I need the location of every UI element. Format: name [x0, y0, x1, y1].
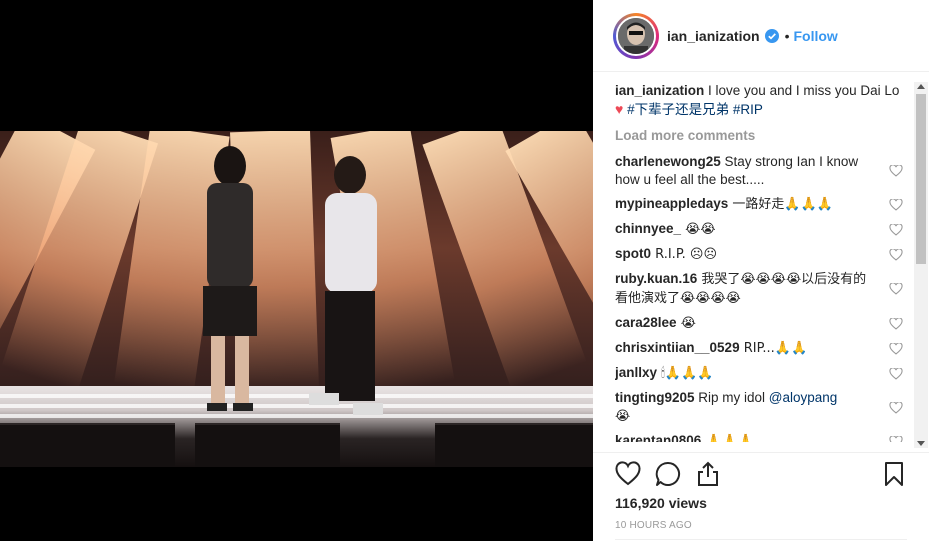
mention-link[interactable]: @aloypang [769, 390, 838, 405]
comment-row: cara28lee 😭 [615, 314, 903, 333]
comment-text: 一路好走🙏🙏🙏 [728, 197, 833, 212]
hashtag-link[interactable]: #下辈子还是兄弟 [627, 102, 729, 117]
bookmark-icon[interactable] [881, 461, 907, 487]
follow-button[interactable]: Follow [793, 28, 837, 44]
comment-text: RIP...🙏🙏 [739, 341, 808, 356]
caption-username[interactable]: ian_ianization [615, 83, 704, 98]
comment-text: Rip my idol [694, 390, 769, 405]
comment-username[interactable]: karentan0806 [615, 433, 701, 442]
heart-outline-icon[interactable] [889, 248, 903, 261]
heart-outline-icon[interactable] [889, 198, 903, 211]
comments-list[interactable]: ian_ianization I love you and I miss you… [615, 82, 903, 442]
heart-outline-icon[interactable] [889, 283, 903, 295]
comment-text: 😭😭 [681, 222, 716, 237]
header-username[interactable]: ian_ianization [667, 28, 760, 44]
comment-username[interactable]: cara28lee [615, 315, 677, 330]
comment-row: spot0 R.I.P. ☹☹ [615, 245, 903, 264]
post-timestamp[interactable]: 10 HOURS AGO [615, 520, 692, 531]
comment-username[interactable]: mypineappledays [615, 196, 728, 211]
post-caption: ian_ianization I love you and I miss you… [615, 82, 903, 119]
view-count[interactable]: 116,920 views [615, 495, 707, 511]
comment-text: 🕯🙏🙏🙏 [657, 366, 714, 381]
comment-row: janllxy 🕯🙏🙏🙏 [615, 364, 903, 383]
scrollbar-thumb[interactable] [916, 94, 926, 264]
post-sidebar: ian_ianization • Follow ian_ianization I… [593, 0, 929, 541]
performer-right [309, 156, 383, 415]
share-icon[interactable] [695, 461, 721, 487]
comment-username[interactable]: charlenewong25 [615, 154, 721, 169]
comment-row: tingting9205 Rip my idol @aloypang 😭 [615, 389, 903, 426]
heart-outline-icon[interactable] [889, 223, 903, 236]
scroll-down-arrow-icon[interactable] [917, 441, 925, 446]
heart-outline-icon[interactable] [889, 367, 903, 380]
performer-left [203, 146, 257, 411]
comment-username[interactable]: ruby.kuan.16 [615, 271, 697, 286]
comment-text: 🙏🙏🙏 [701, 434, 755, 442]
comment-row: karentan0806 🙏🙏🙏 [615, 432, 903, 442]
heart-outline-icon[interactable] [889, 165, 903, 177]
red-heart-emoji: ♥ [615, 101, 624, 117]
post-header: ian_ianization • Follow [593, 0, 929, 72]
post-actions-bar: 116,920 views 10 HOURS AGO [593, 452, 929, 541]
comment-row: chrisxintiian__0529 RIP...🙏🙏 [615, 339, 903, 358]
comment-username[interactable]: chinnyee_ [615, 221, 681, 236]
divider [615, 539, 907, 540]
comment-text: R.I.P. ☹☹ [651, 247, 717, 262]
comment-username[interactable]: spot0 [615, 246, 651, 261]
caption-text: I love you and I miss you Dai Lo [704, 83, 900, 98]
video-player[interactable] [0, 0, 593, 541]
concert-video-frame [0, 131, 593, 467]
comment-username[interactable]: janllxy [615, 365, 657, 380]
load-more-comments-button[interactable]: Load more comments [615, 127, 903, 145]
comment-icon[interactable] [655, 461, 681, 487]
comment-emoji: 😭 [615, 409, 631, 424]
comment-text: 😭 [676, 316, 696, 331]
avatar[interactable] [616, 15, 656, 56]
header-separator: • [784, 27, 790, 44]
heart-outline-icon[interactable] [889, 342, 903, 355]
comment-username[interactable]: chrisxintiian__0529 [615, 340, 740, 355]
like-heart-icon[interactable] [615, 461, 641, 487]
heart-outline-icon[interactable] [889, 435, 903, 443]
verified-badge-icon [764, 28, 779, 43]
comment-row: chinnyee_ 😭😭 [615, 220, 903, 239]
comments-scrollbar[interactable] [914, 82, 928, 448]
avatar-story-ring[interactable] [613, 12, 659, 59]
comment-row: mypineappledays 一路好走🙏🙏🙏 [615, 195, 903, 214]
comment-row: charlenewong25 Stay strong Ian I know ho… [615, 153, 903, 189]
comment-username[interactable]: tingting9205 [615, 390, 695, 405]
heart-outline-icon[interactable] [889, 401, 903, 414]
heart-outline-icon[interactable] [889, 317, 903, 330]
scroll-up-arrow-icon[interactable] [917, 84, 925, 89]
comment-row: ruby.kuan.16 我哭了😭😭😭😭以后没有的看他演戏了😭😭😭😭 [615, 270, 903, 308]
hashtag-link-rip[interactable]: #RIP [733, 102, 763, 117]
